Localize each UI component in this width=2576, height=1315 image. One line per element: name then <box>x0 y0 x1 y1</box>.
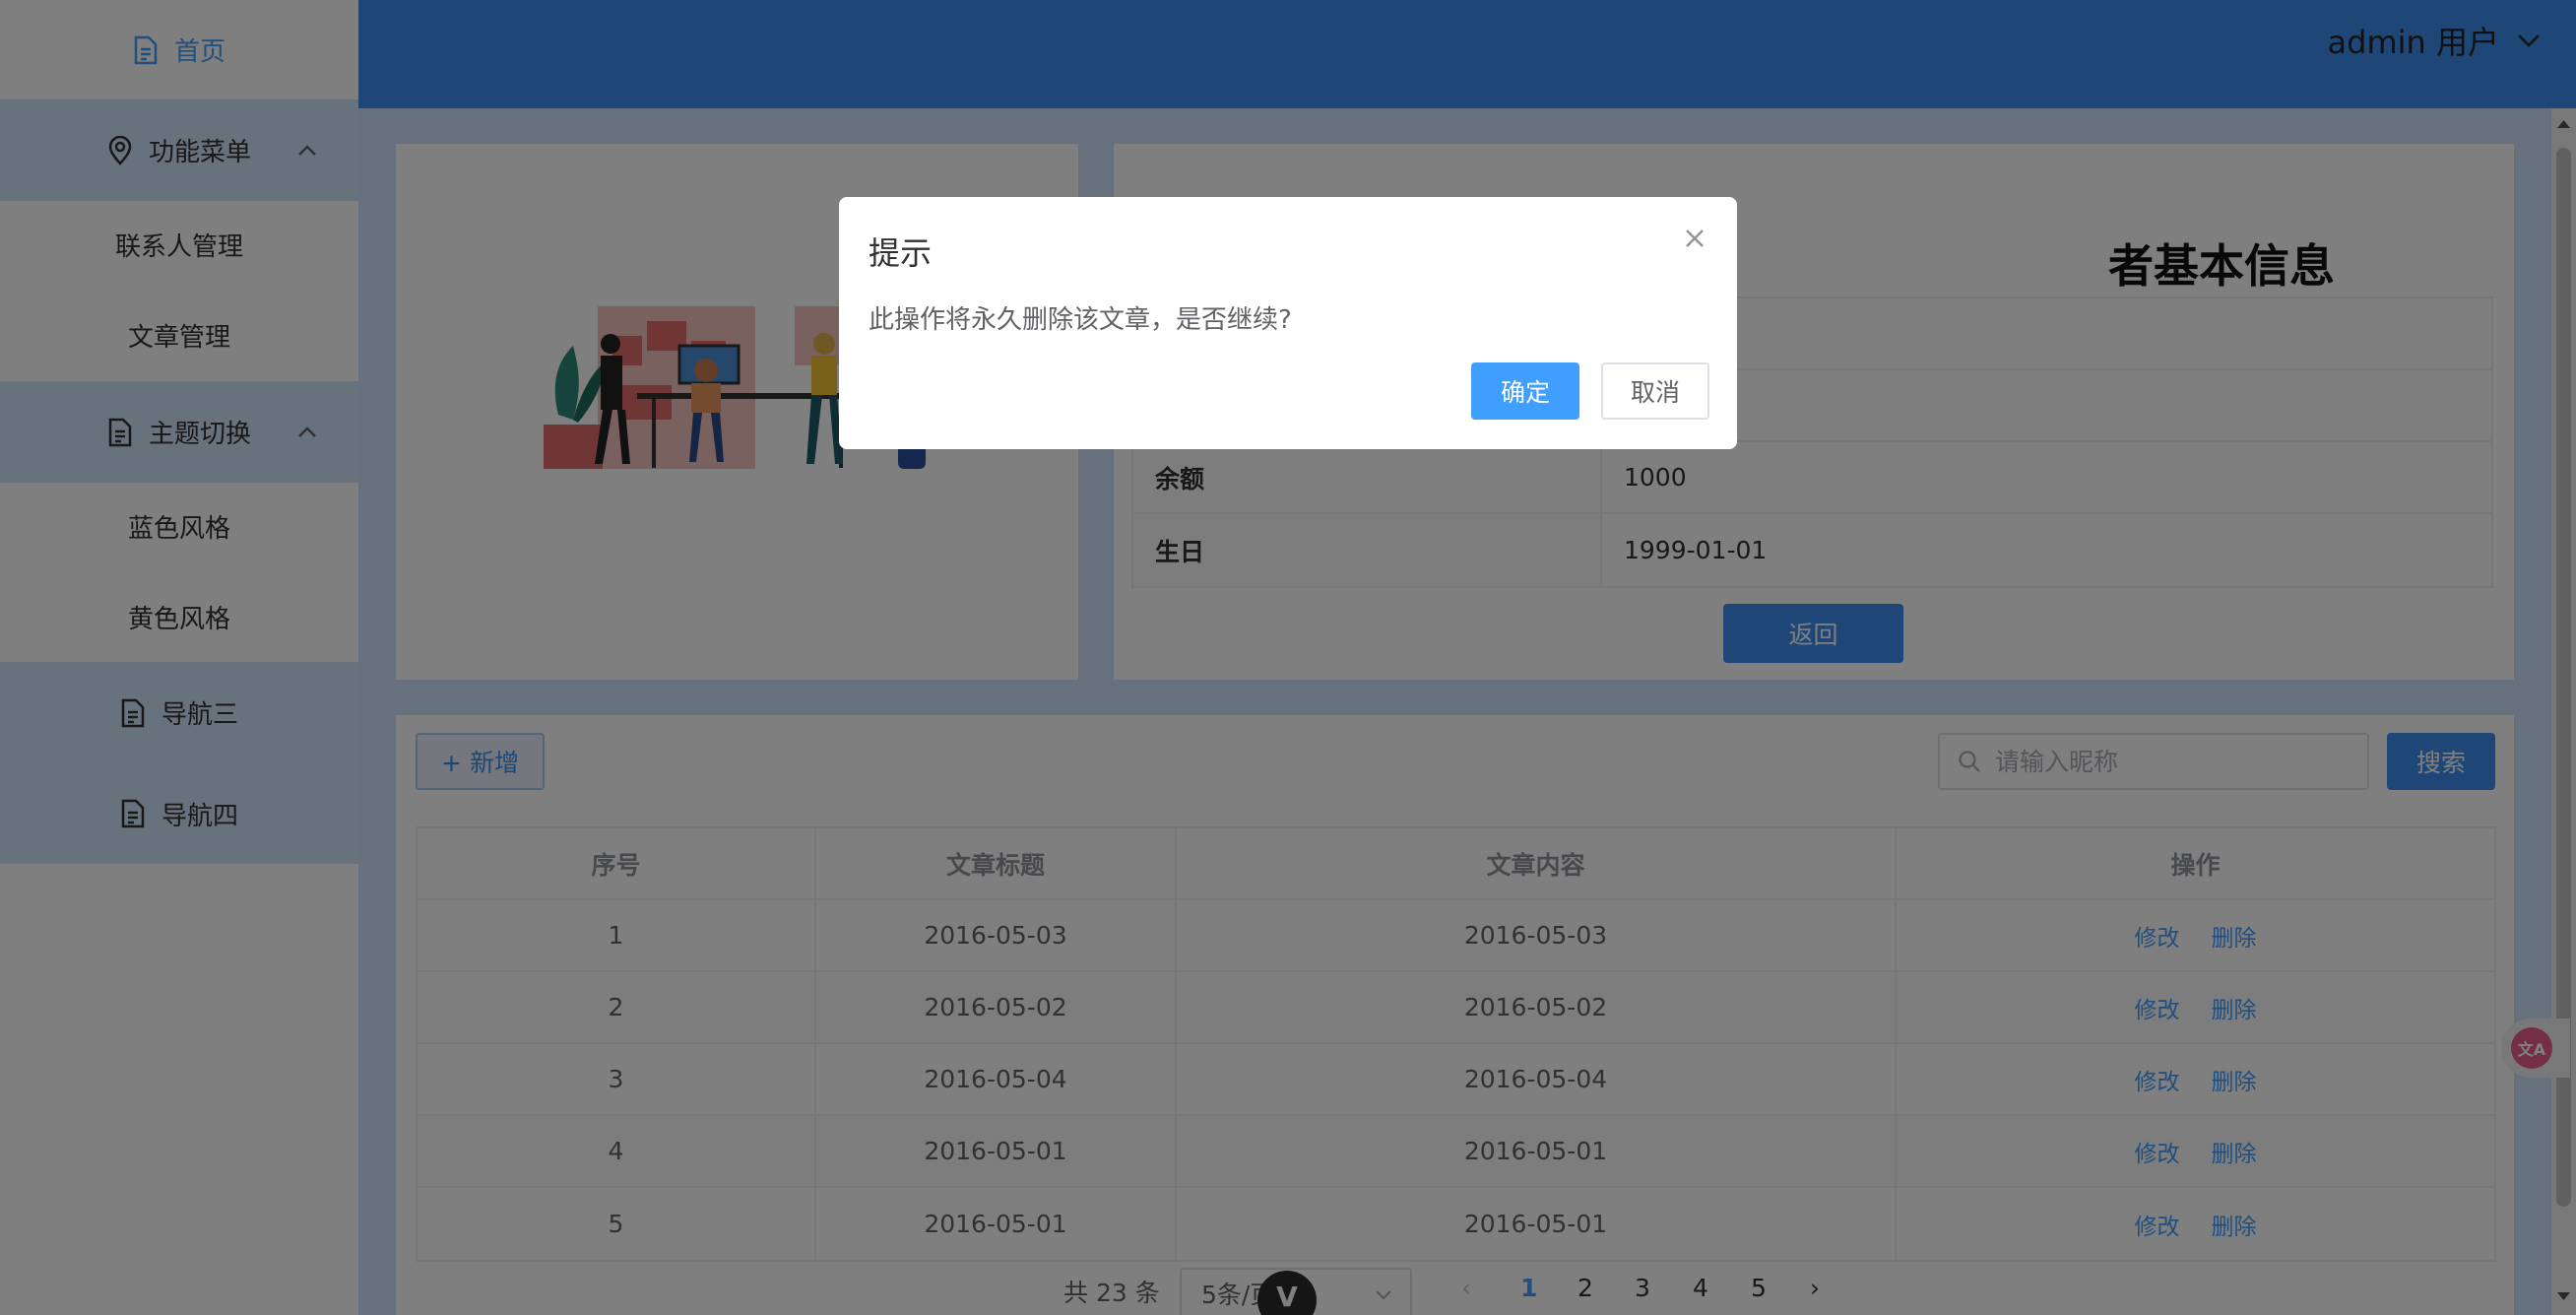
confirm-dialog: 提示 此操作将永久删除该文章，是否继续? 确定 取消 <box>839 197 1737 449</box>
close-icon[interactable] <box>1677 221 1712 256</box>
dialog-title: 提示 <box>869 234 933 272</box>
cancel-button[interactable]: 取消 <box>1601 362 1709 420</box>
dialog-message: 此操作将永久删除该文章，是否继续? <box>869 305 1292 335</box>
confirm-button[interactable]: 确定 <box>1471 362 1579 420</box>
